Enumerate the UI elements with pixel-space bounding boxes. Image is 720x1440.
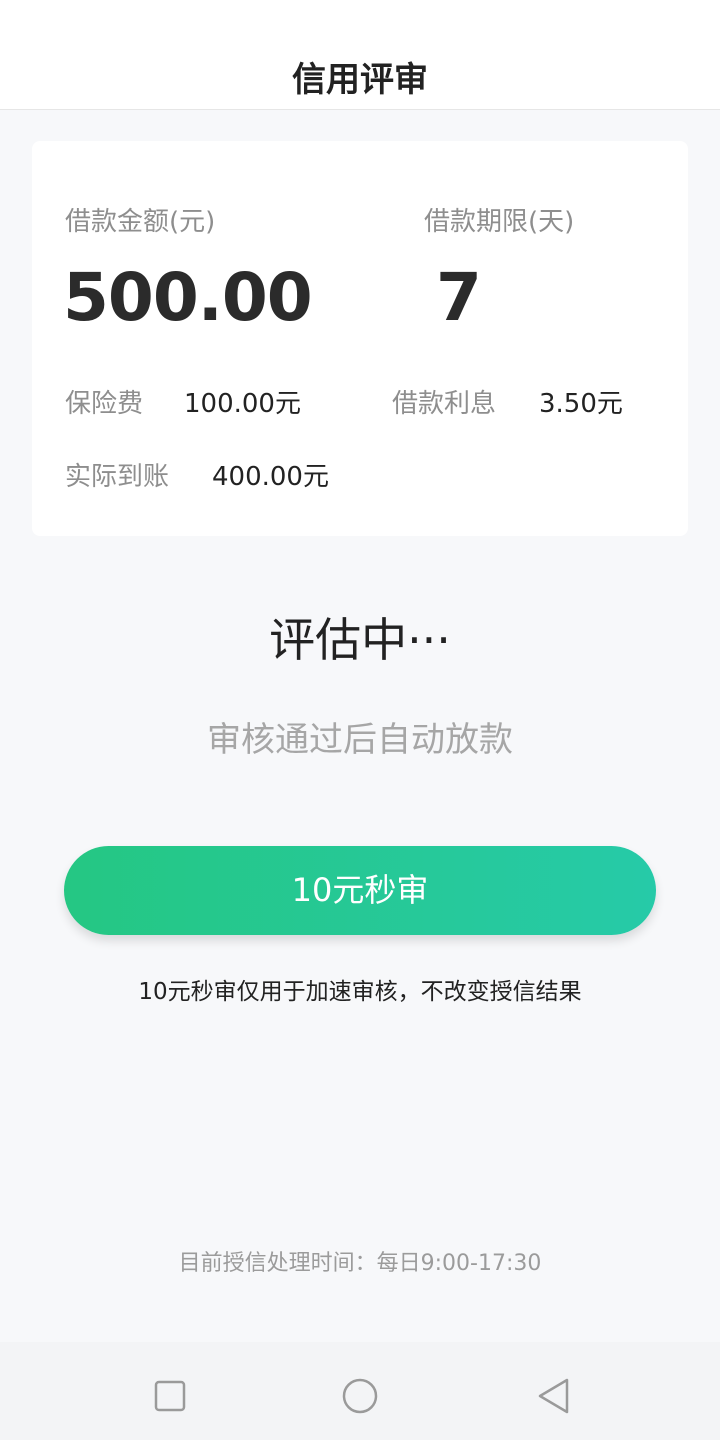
credit-review-page: 信用评审 借款金额(元) 500.00 借款期限(天) 7 保险费 100.00… <box>0 0 720 1440</box>
actual-received-value: 400.00元 <box>212 462 329 492</box>
page-title: 信用评审 <box>292 60 428 100</box>
back-icon[interactable] <box>533 1376 573 1416</box>
loan-summary-card: 借款金额(元) 500.00 借款期限(天) 7 保险费 100.00元 借款利… <box>32 141 688 536</box>
system-nav-bar <box>0 1342 720 1440</box>
evaluation-status-subtitle: 审核通过后自动放款 <box>207 720 513 760</box>
loan-amount-label: 借款金额(元) <box>65 207 216 237</box>
loan-term-value: 7 <box>436 259 482 336</box>
loan-amount-value: 500.00 <box>63 259 313 336</box>
actual-received-label: 实际到账 <box>65 462 170 492</box>
processing-hours-note: 目前授信处理时间：每日9:00-17:30 <box>178 1251 542 1276</box>
loan-term-label: 借款期限(天) <box>424 207 575 237</box>
evaluation-status-title: 评估中··· <box>269 613 451 667</box>
header: 信用评审 <box>0 0 720 110</box>
home-icon[interactable] <box>340 1376 380 1416</box>
insurance-fee-value: 100.00元 <box>184 389 301 419</box>
fast-review-button[interactable]: 10元秒审 <box>64 846 656 935</box>
loan-interest-value: 3.50元 <box>539 389 623 419</box>
loan-interest-label: 借款利息 <box>392 389 497 419</box>
recent-apps-icon[interactable] <box>150 1376 190 1416</box>
insurance-fee-label: 保险费 <box>65 389 144 419</box>
fast-review-note: 10元秒审仅用于加速审核，不改变授信结果 <box>138 979 582 1005</box>
